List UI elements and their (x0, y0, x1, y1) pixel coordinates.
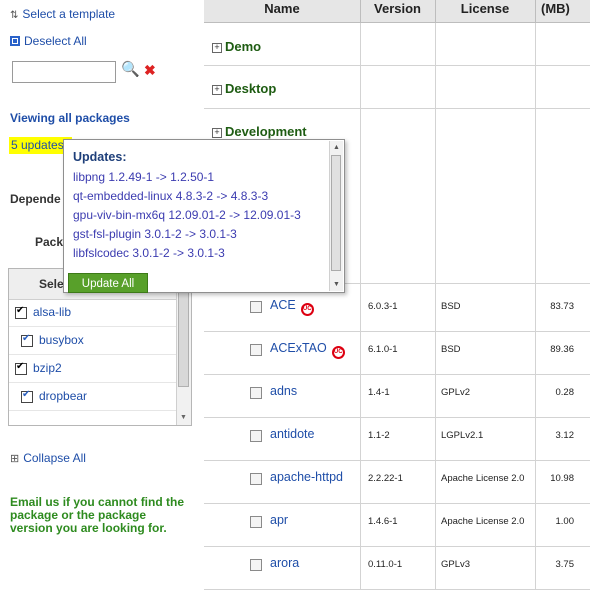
package-size: 3.12 (555, 430, 575, 441)
update-item: qt-embedded-linux 4.8.3-2 -> 4.8.3-3 (73, 189, 269, 203)
search-icon[interactable]: 🔍 (121, 60, 140, 78)
selected-checkbox[interactable] (15, 361, 27, 375)
scroll-down-icon[interactable]: ▼ (180, 414, 187, 421)
selected-item: busybox (9, 327, 176, 355)
package-name[interactable]: apr (270, 513, 288, 527)
selected-item-label[interactable]: dropbear (39, 389, 87, 403)
package-license: GPLv2 (441, 387, 471, 398)
table-row: apr 1.4.6-1 Apache License 2.0 1.00 (204, 499, 590, 547)
package-version: 1.1-2 (368, 430, 390, 441)
package-name[interactable]: antidote (270, 427, 314, 441)
update-item: libfslcodec 3.0.1-2 -> 3.0.1-3 (73, 246, 225, 260)
license-warning-icon: UC (331, 346, 345, 359)
package-version: 2.2.22-1 (368, 473, 403, 484)
package-version: 6.0.3-1 (368, 301, 398, 312)
category-row-demo[interactable]: + Demo (204, 23, 590, 66)
package-version: 1.4-1 (368, 387, 390, 398)
collapse-all-label: Collapse All (23, 451, 86, 465)
dependencies-label: Depende (10, 192, 61, 206)
package-license: BSD (441, 301, 461, 312)
collapse-icon[interactable]: + (212, 128, 222, 138)
collapse-icon: ⊞ (10, 453, 20, 465)
selected-item-label[interactable]: bzip2 (33, 361, 62, 375)
update-item: gst-fsl-plugin 3.0.1-2 -> 3.0.1-3 (73, 227, 237, 241)
table-header: Name Version License (MB) (204, 0, 590, 23)
package-checkbox[interactable] (250, 516, 262, 528)
package-license: Apache License 2.0 (441, 473, 525, 484)
column-license[interactable]: License (435, 0, 536, 22)
column-size[interactable]: (MB) (535, 0, 590, 22)
select-template-label: Select a template (22, 7, 116, 21)
popup-title: Updates: (73, 150, 127, 164)
selected-checkbox[interactable] (21, 389, 33, 403)
license-warning-icon: UC (300, 303, 314, 316)
package-name[interactable]: ACExTAO UC (270, 341, 345, 359)
category-label: + Demo (212, 39, 261, 54)
package-version: 6.1.0-1 (368, 344, 398, 355)
clear-search-icon[interactable]: ✖ (144, 62, 156, 79)
expand-icon[interactable]: + (212, 43, 222, 53)
update-all-button[interactable]: Update All (68, 273, 148, 293)
table-row: arora 0.11.0-1 GPLv3 3.75 (204, 542, 590, 590)
package-version: 0.11.0-1 (368, 559, 403, 570)
column-version[interactable]: Version (360, 0, 436, 22)
category-label: + Desktop (212, 81, 276, 96)
deselect-icon (10, 36, 20, 46)
package-size: 10.98 (550, 473, 574, 484)
package-checkbox[interactable] (250, 473, 262, 485)
package-license: LGPLv2.1 (441, 430, 484, 441)
table-row: adns 1.4-1 GPLv2 0.28 (204, 370, 590, 418)
search-input[interactable] (12, 61, 116, 83)
packages-label: Pack (35, 235, 64, 249)
package-name[interactable]: ACE UC (270, 298, 314, 316)
column-name[interactable]: Name (204, 0, 361, 22)
template-icon: ⇅ (10, 10, 19, 21)
package-license: GPLv3 (441, 559, 471, 570)
selected-checkbox[interactable] (15, 305, 27, 319)
package-name[interactable]: arora (270, 556, 299, 570)
deselect-all-link[interactable]: Deselect All (10, 34, 87, 48)
selected-item: dropbear (9, 383, 176, 411)
package-name[interactable]: apache-httpd (270, 470, 343, 484)
package-size: 83.73 (550, 301, 574, 312)
selected-item: alsa-lib (9, 299, 176, 327)
scroll-down-icon[interactable]: ▼ (333, 281, 340, 288)
category-label: + Development (212, 124, 307, 139)
package-checkbox[interactable] (250, 301, 262, 313)
table-row: ACExTAO UC 6.1.0-1 BSD 89.36 (204, 327, 590, 375)
table-row: apache-httpd 2.2.22-1 Apache License 2.0… (204, 456, 590, 504)
selected-checkbox[interactable] (21, 333, 33, 347)
viewing-label: Viewing all packages (10, 111, 130, 125)
updates-popup: Updates: libpng 1.2.49-1 -> 1.2.50-1 qt-… (63, 139, 345, 293)
package-size: 1.00 (555, 516, 575, 527)
selected-item-label[interactable]: alsa-lib (33, 305, 71, 319)
package-size: 89.36 (550, 344, 574, 355)
selected-item-label[interactable]: busybox (39, 333, 84, 347)
scroll-thumb[interactable] (331, 155, 341, 271)
package-checkbox[interactable] (250, 344, 262, 356)
scroll-thumb[interactable] (178, 287, 189, 387)
package-checkbox[interactable] (250, 430, 262, 442)
package-size: 3.75 (555, 559, 575, 570)
email-note[interactable]: Email us if you cannot find the package … (10, 496, 190, 535)
package-size: 0.28 (555, 387, 575, 398)
selected-item: bzip2 (9, 355, 176, 383)
package-name[interactable]: adns (270, 384, 297, 398)
package-checkbox[interactable] (250, 387, 262, 399)
update-item: libpng 1.2.49-1 -> 1.2.50-1 (73, 170, 215, 184)
package-license: BSD (441, 344, 461, 355)
select-template-link[interactable]: ⇅ Select a template (10, 7, 115, 21)
popup-scrollbar[interactable]: ▲ ▼ (329, 141, 343, 291)
table-row: antidote 1.1-2 LGPLv2.1 3.12 (204, 413, 590, 461)
package-license: Apache License 2.0 (441, 516, 525, 527)
scroll-up-icon[interactable]: ▲ (333, 144, 340, 151)
expand-icon[interactable]: + (212, 85, 222, 95)
update-item: gpu-viv-bin-mx6q 12.09.01-2 -> 12.09.01-… (73, 208, 301, 222)
collapse-all-link[interactable]: ⊞ Collapse All (10, 451, 86, 465)
package-checkbox[interactable] (250, 559, 262, 571)
package-version: 1.4.6-1 (368, 516, 398, 527)
category-row-desktop[interactable]: + Desktop (204, 66, 590, 109)
deselect-all-label: Deselect All (24, 34, 87, 48)
